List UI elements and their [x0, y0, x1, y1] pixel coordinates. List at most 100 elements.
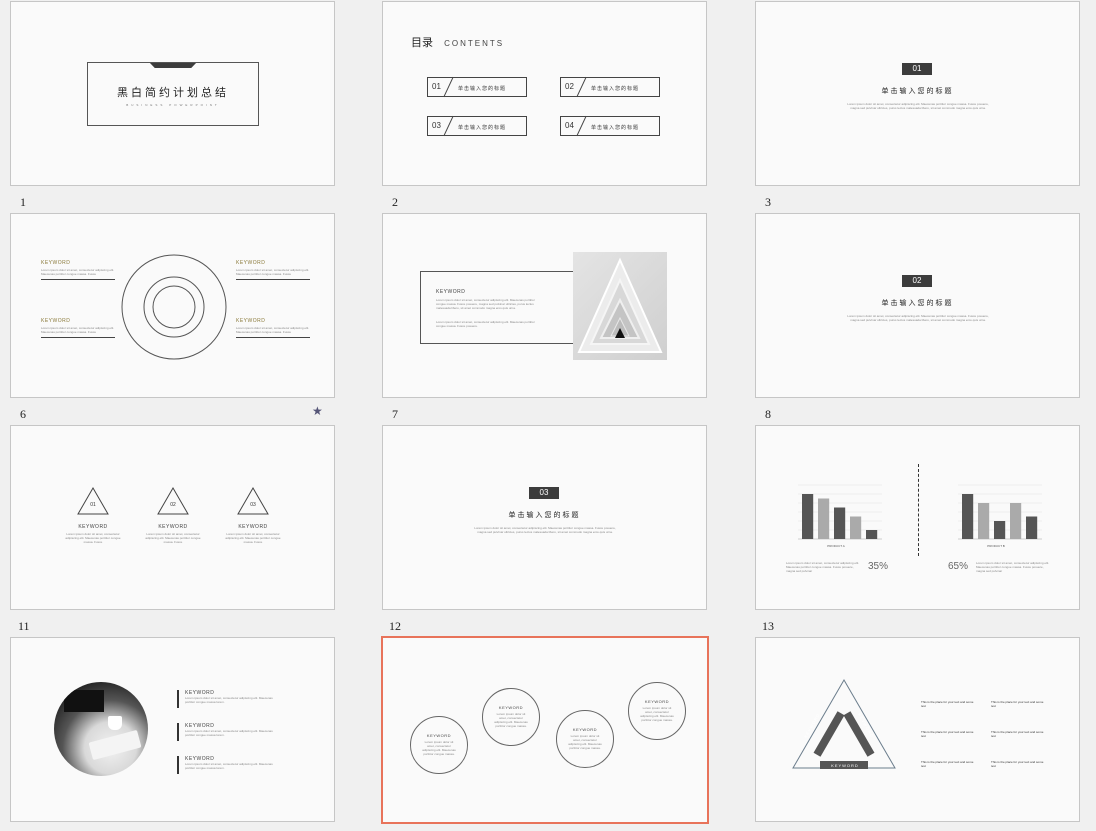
chart-caption: Lorem ipsum dolor sit amet, consectetur … [786, 561, 860, 573]
slide-thumbnail-3[interactable]: 01 单击输入您的标题 Lorem ipsum dolor sit amet, … [755, 1, 1080, 186]
keyword-body: Lorem ipsum dolor sit amet, consectetur … [236, 326, 310, 334]
slide-thumbnail-16[interactable]: KEYWORD KEYWORD KEYWORD This is the plac… [755, 637, 1080, 822]
triangle-outline [77, 486, 109, 515]
slide-number: 8 [765, 407, 771, 421]
chart-caption: Lorem ipsum dolor sit amet, consectetur … [976, 561, 1050, 573]
chart-bar [994, 521, 1006, 539]
toc-item-number: 01 [432, 82, 441, 91]
chart-bar [802, 494, 814, 539]
keyword-label: KEYWORD [238, 524, 268, 530]
keyword-body: Lorem ipsum dolor sit amet, consectetur … [494, 712, 528, 728]
triangle-outline [237, 486, 269, 515]
note-text: This is the place for your text and some… [921, 700, 974, 708]
toc-item-slash [443, 76, 454, 98]
star-icon: ★ [312, 404, 323, 418]
slide-number: 1 [20, 195, 26, 209]
section-badge: 03 [529, 487, 559, 499]
toc-item[interactable]: 01 单击输入您的标题 [427, 76, 527, 98]
toc-item[interactable]: 04 单击输入您的标题 [560, 115, 660, 137]
keyword-body: Lorem ipsum dolor sit amet, consectetur … [41, 326, 115, 334]
keyword-label: KEYWORD [236, 318, 266, 324]
note-text: This is the place for your text and some… [991, 730, 1044, 738]
slide-subtitle: BUSINESS POWERPOINT [126, 103, 220, 107]
keyword-item: KEYWORD Lorem ipsum dolor sit amet, cons… [177, 756, 275, 774]
keyword-body: Lorem ipsum dolor sit amet, consectetur … [185, 762, 273, 770]
keyword-body-2: Lorem ipsum dolor sit amet, consectetur … [436, 320, 535, 328]
slide-thumbnail-15-selected[interactable]: KEYWORD Lorem ipsum dolor sit amet, cons… [381, 636, 709, 824]
slide-title: 黑白简约计划总结 [117, 87, 229, 99]
keyword-label: KEYWORD [426, 733, 452, 738]
note-text: This is the place for your text and some… [991, 760, 1044, 768]
section-title: 单击输入您的标题 [881, 300, 954, 307]
keyword-body: Lorem ipsum dolor sit amet, consectetur … [568, 734, 602, 750]
note-text: This is the place for your text and some… [991, 700, 1044, 708]
section-body: Lorem ipsum dolor sit amet, consectetur … [847, 314, 989, 322]
chart-bar [850, 516, 862, 539]
x-axis-label: PRODUCT B [987, 544, 1005, 548]
slide-thumbnail-7[interactable]: KEYWORD Lorem ipsum dolor sit amet, cons… [382, 213, 707, 398]
note-text: This is the place for your text and some… [921, 760, 974, 768]
concentric-circles [121, 254, 227, 360]
keyword-body: Lorem ipsum dolor sit amet, consectetur … [225, 532, 281, 544]
triangle-number: 01 [90, 502, 96, 508]
slide-number: 12 [389, 619, 401, 633]
toc-item-number: 03 [432, 121, 441, 130]
desk-photo-circle [54, 682, 148, 776]
slide-thumbnail-1[interactable]: 黑白简约计划总结 BUSINESS POWERPOINT [10, 1, 335, 186]
x-axis-label: PRODUCT A [827, 544, 844, 548]
triangle-number: 02 [170, 502, 176, 508]
slide-number: 7 [392, 407, 398, 421]
slide-thumbnail-8[interactable]: 02 单击输入您的标题 Lorem ipsum dolor sit amet, … [755, 213, 1080, 398]
slide-thumbnail-13[interactable]: PRODUCT A PRODUCT B Lorem ipsum dolor si… [755, 425, 1080, 610]
toc-item-number: 04 [565, 121, 574, 130]
keyword-block: KEYWORD Lorem ipsum dolor sit amet, cons… [41, 318, 115, 338]
chart-bar [866, 530, 878, 539]
slide-number: 2 [392, 195, 398, 209]
toc-heading-en: CONTENTS [444, 39, 505, 48]
toc-item-label: 单击输入您的标题 [458, 125, 507, 131]
keyword-body: Lorem ipsum dolor sit amet, consectetur … [41, 268, 115, 276]
toc-item-slash [576, 115, 587, 137]
chart-bar [978, 503, 990, 539]
triangle-item: 02 KEYWORD Lorem ipsum dolor sit amet, c… [145, 486, 201, 544]
keyword-block: KEYWORD Lorem ipsum dolor sit amet, cons… [236, 260, 310, 280]
section-title: 单击输入您的标题 [881, 88, 954, 95]
keyword-label: KEYWORD [572, 727, 598, 732]
keyword-block: KEYWORD Lorem ipsum dolor sit amet, cons… [41, 260, 115, 280]
percent-value: 65% [948, 561, 969, 572]
keyword-body: Lorem ipsum dolor sit amet, consectetur … [640, 706, 674, 722]
keyword-item: KEYWORD Lorem ipsum dolor sit amet, cons… [177, 723, 275, 741]
slide-number: 6 [20, 407, 26, 421]
keyword-label: KEYWORD [498, 705, 524, 710]
keyword-triangle [792, 679, 896, 769]
toc-item-label: 单击输入您的标题 [591, 125, 640, 131]
keyword-item: KEYWORD Lorem ipsum dolor sit amet, cons… [177, 690, 275, 708]
triangle-label-bottom: KEYWORD [831, 763, 859, 768]
toc-item-number: 02 [565, 82, 574, 91]
keyword-block: KEYWORD Lorem ipsum dolor sit amet, cons… [236, 318, 310, 338]
slide-thumbnail-2[interactable]: 目录 CONTENTS 01 单击输入您的标题 02 单击输入您的标题 03 单… [382, 1, 707, 186]
section-body: Lorem ipsum dolor sit amet, consectetur … [847, 102, 989, 110]
cup-shape [108, 716, 122, 730]
keyword-body: Lorem ipsum dolor sit amet, consectetur … [185, 696, 273, 704]
keyword-body: Lorem ipsum dolor sit amet, consectetur … [436, 298, 535, 310]
slide-thumbnail-11[interactable]: 01 KEYWORD Lorem ipsum dolor sit amet, c… [10, 425, 335, 610]
chart-bar [1010, 503, 1022, 539]
keyword-body: Lorem ipsum dolor sit amet, consectetur … [185, 729, 273, 737]
monitor-shape [64, 690, 104, 712]
keyword-body: Lorem ipsum dolor sit amet, consectetur … [145, 532, 201, 544]
section-title: 单击输入您的标题 [508, 512, 581, 519]
toc-item-slash [576, 76, 587, 98]
slide-number: 11 [18, 619, 30, 633]
slide-thumbnail-6[interactable]: KEYWORD Lorem ipsum dolor sit amet, cons… [10, 213, 335, 398]
toc-item[interactable]: 02 单击输入您的标题 [560, 76, 660, 98]
slide-thumbnail-12[interactable]: 03 单击输入您的标题 Lorem ipsum dolor sit amet, … [382, 425, 707, 610]
bar-chart-right: PRODUCT B [958, 484, 1042, 548]
section-badge: 01 [902, 63, 932, 75]
triangle-item: 03 KEYWORD Lorem ipsum dolor sit amet, c… [225, 486, 281, 544]
keyword-label: KEYWORD [41, 318, 71, 324]
keyboard-shape [88, 729, 142, 761]
slide-thumbnail-14[interactable]: KEYWORD Lorem ipsum dolor sit amet, cons… [10, 637, 335, 822]
keyword-body: Lorem ipsum dolor sit amet, consectetur … [65, 532, 121, 544]
toc-item[interactable]: 03 单击输入您的标题 [427, 115, 527, 137]
